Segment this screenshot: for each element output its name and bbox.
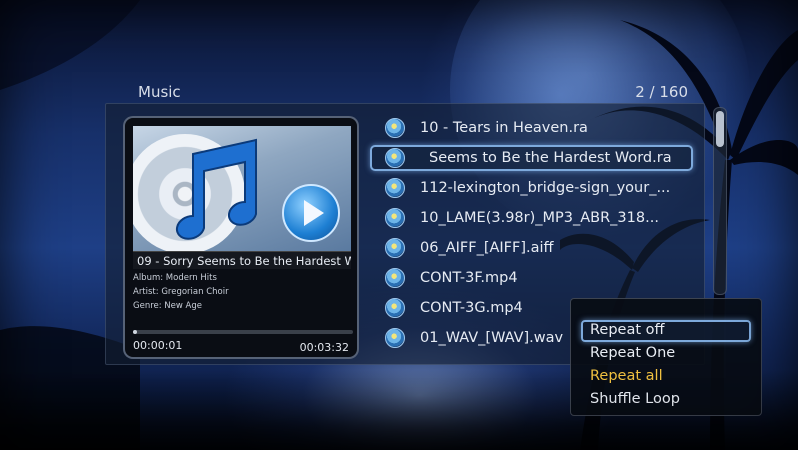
album-label: Album: Modern Hits <box>133 273 217 283</box>
audio-file-icon <box>385 208 405 228</box>
repeat-mode-menu: Repeat off Repeat One Repeat all Shuffle… <box>570 298 762 416</box>
list-item-selected[interactable]: Seems to Be the Hardest Word.ra <box>370 143 695 173</box>
menu-item-repeat-all[interactable]: Repeat all <box>590 368 663 384</box>
list-item-label: 01_WAV_[WAV].wav <box>420 330 564 346</box>
scrollbar-thumb[interactable] <box>716 111 724 147</box>
audio-file-icon <box>385 298 405 318</box>
menu-item-shuffle-loop[interactable]: Shuffle Loop <box>590 391 680 407</box>
total-time: 00:03:32 <box>299 341 349 354</box>
audio-file-icon <box>385 238 405 258</box>
list-item-label: 06_AIFF_[AIFF].aiff <box>420 240 554 256</box>
page-title: Music <box>138 83 181 101</box>
list-item[interactable]: 10 - Tears in Heaven.ra <box>380 113 695 143</box>
item-counter: 2 / 160 <box>635 83 688 101</box>
list-item-label: 10_LAME(3.98r)_MP3_ABR_318... <box>420 210 659 226</box>
menu-item-repeat-one[interactable]: Repeat One <box>590 345 675 361</box>
music-note-icon <box>175 138 257 240</box>
now-playing-card: 09 - Sorry Seems to Be the Hardest Word … <box>123 116 359 359</box>
audio-file-icon <box>385 148 405 168</box>
current-time: 00:00:01 <box>133 339 183 352</box>
now-playing-title: 09 - Sorry Seems to Be the Hardest Word <box>133 251 351 269</box>
album-art <box>133 126 351 251</box>
list-item-label: CONT-3F.mp4 <box>420 270 518 286</box>
audio-file-icon <box>385 178 405 198</box>
playback-progress-fill <box>133 330 138 334</box>
list-item[interactable]: 10_LAME(3.98r)_MP3_ABR_318... <box>380 203 695 233</box>
list-item-label: 112-lexington_bridge-sign_your_... <box>420 180 671 196</box>
list-item-label: CONT-3G.mp4 <box>420 300 523 316</box>
list-item-label: 10 - Tears in Heaven.ra <box>420 120 588 136</box>
list-scrollbar[interactable] <box>713 107 727 295</box>
audio-file-icon <box>385 328 405 348</box>
audio-file-icon <box>385 268 405 288</box>
playback-progress-bar[interactable] <box>133 330 353 334</box>
list-item[interactable]: 112-lexington_bridge-sign_your_... <box>380 173 695 203</box>
genre-label: Genre: New Age <box>133 301 202 311</box>
media-player-screen: Music 2 / 160 09 - Sorry Seems to Be the… <box>0 0 798 450</box>
list-item[interactable]: CONT-3F.mp4 <box>380 263 695 293</box>
audio-file-icon <box>385 118 405 138</box>
list-item[interactable]: 06_AIFF_[AIFF].aiff <box>380 233 695 263</box>
artist-label: Artist: Gregorian Choir <box>133 287 229 297</box>
menu-item-repeat-off[interactable]: Repeat off <box>590 322 665 338</box>
play-icon <box>282 184 340 242</box>
list-item-label: Seems to Be the Hardest Word.ra <box>429 150 672 166</box>
